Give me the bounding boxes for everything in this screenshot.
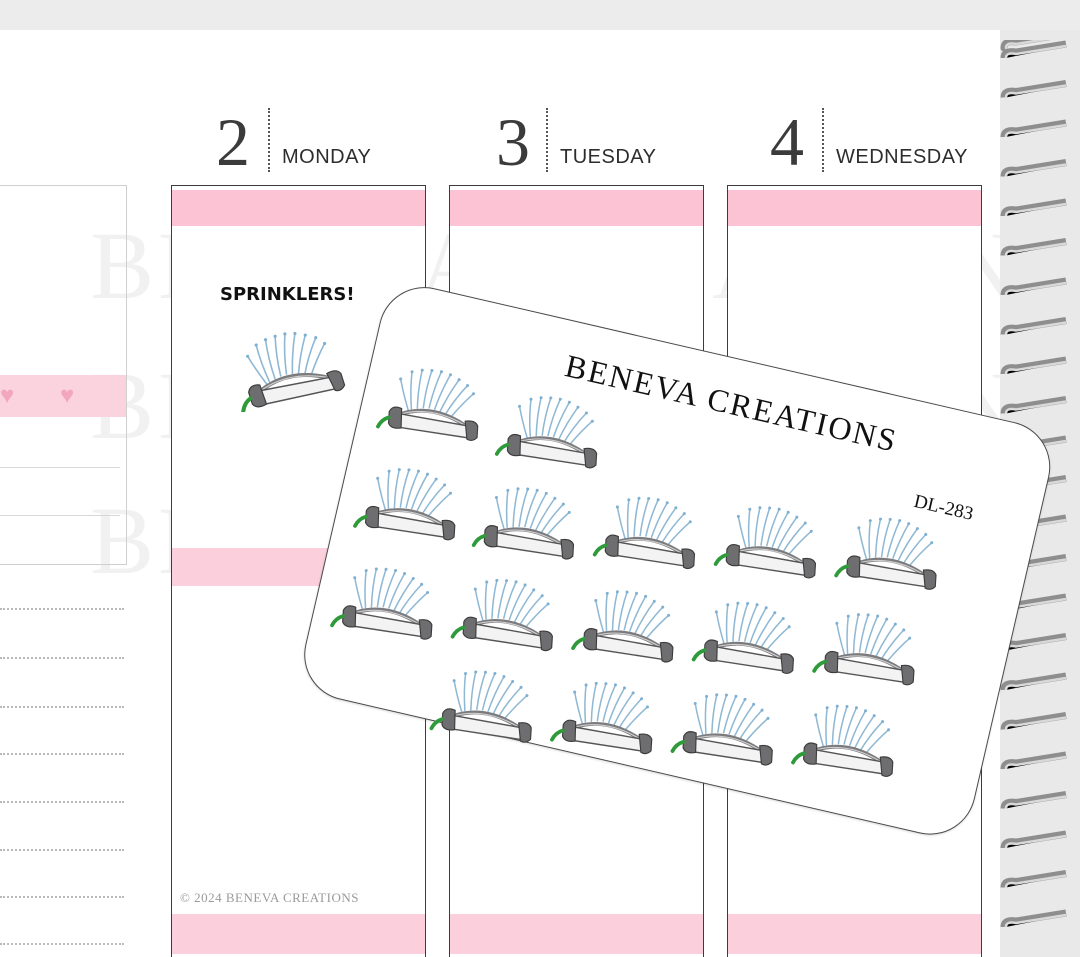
dotted-line [0,706,124,708]
sprinkler-icon [471,475,588,570]
spiral-coil [1004,874,1066,888]
dotted-line [0,657,124,659]
dotted-line [0,753,124,755]
spiral-coil [1004,163,1066,177]
dotted-line [0,896,124,898]
day-name: TUESDAY [560,146,657,168]
heart-icon: ♥ [60,382,75,409]
pink-band [450,190,703,226]
spiral-coil [1004,44,1066,58]
copyright-text: © 2024 BENEVA CREATIONS [180,890,359,905]
day-name: MONDAY [282,146,372,168]
spiral-coil [1004,400,1066,414]
divider [0,515,120,516]
pink-band [728,190,981,226]
background-strip [0,0,1080,30]
sprinkler-icon [450,567,567,661]
sprinkler-icon [494,384,611,479]
heart-icon: ♥ [0,382,15,409]
day-number: 2 [216,104,250,180]
spiral-coil [1004,321,1066,335]
dotted-line [0,608,124,610]
pink-band [728,914,981,954]
sprinkler-icon [713,494,830,589]
sprinkler-icon [353,456,469,551]
spiral-coil [1004,360,1066,374]
spiral-coil [1004,281,1066,295]
sprinkler-icon [330,555,447,650]
sprinkler-icon [376,357,492,451]
pink-band [450,914,703,954]
sprinkler-icon [691,590,808,684]
spiral-coil [1004,123,1066,137]
day-number: 3 [496,104,530,180]
spiral-coil [1004,84,1066,98]
sprinkler-icon [812,601,929,696]
dotted-line [0,849,124,851]
spiral-coil [1004,676,1066,690]
pink-band [172,190,425,226]
pink-band [172,914,425,954]
divider [0,467,120,468]
spiral-coil [1004,637,1066,651]
sprinkler-icon [791,693,907,787]
spiral-coil [1004,202,1066,216]
spiral-coil [1004,834,1066,848]
dotted-line [0,943,124,945]
spiral-coil [1004,242,1066,256]
spiral-coil [1004,795,1066,809]
sprinkler-icon [670,681,787,776]
day-separator [546,108,548,172]
sprinkler-icon [238,328,349,412]
spiral-coil [1004,913,1066,927]
sprinkler-icon [592,485,709,579]
spiral-coil [1004,716,1066,730]
day-number: 4 [770,104,804,180]
day-separator [822,108,824,172]
sprinkler-icon [571,578,688,673]
day-name: WEDNESDAY [836,146,968,168]
sample-sticker-label: SPRINKLERS! [220,284,355,305]
spiral-coil [1004,755,1066,769]
sprinkler-icon [834,506,951,600]
day-separator [268,108,270,172]
dotted-line [0,801,124,803]
